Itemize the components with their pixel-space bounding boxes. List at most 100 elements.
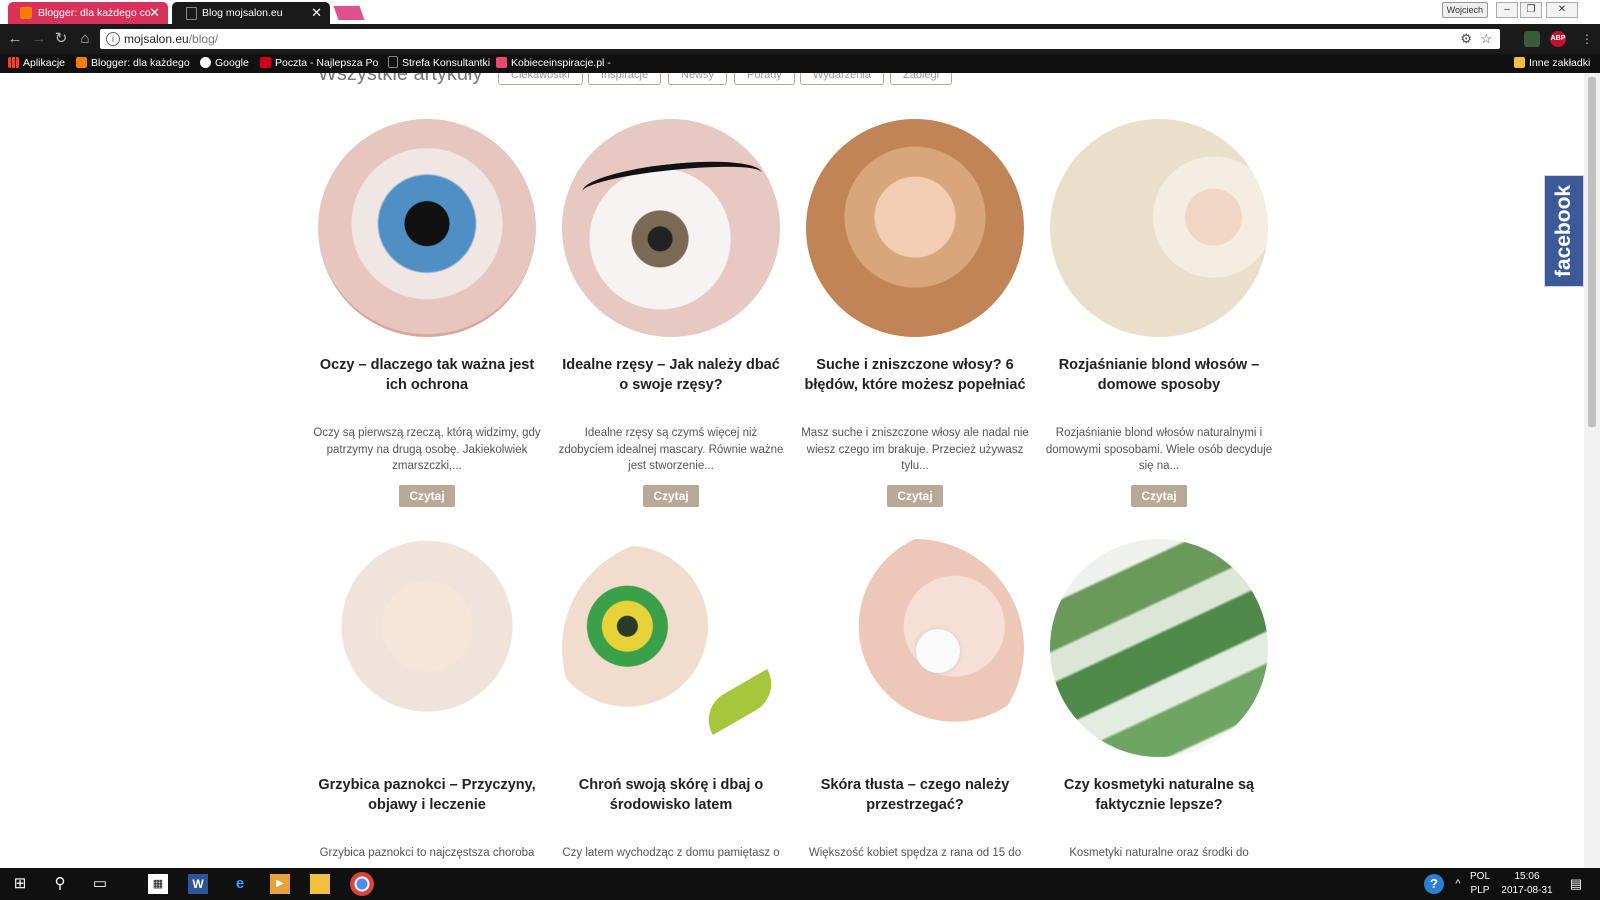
media-player-icon[interactable]: ▶ [270, 874, 290, 894]
filter-zabiegi[interactable]: Zabiegi [890, 73, 953, 85]
edge-icon[interactable]: e [230, 874, 250, 894]
filter-ciekawostki[interactable]: Ciekawostki [498, 73, 583, 85]
article-card: Idealne rzęsy – Jak należy dbać o swoje … [556, 119, 786, 507]
facebook-side-tab[interactable]: facebook [1544, 175, 1584, 287]
article-excerpt: Masz suche i zniszczone włosy ale nadal … [801, 427, 1029, 472]
store-icon[interactable]: ▦ [148, 874, 168, 894]
article-excerpt: Kosmetyki naturalne oraz środki do [1069, 847, 1249, 859]
blog-page: Wszystkie artykuły Ciekawostki Inspiracj… [0, 73, 1600, 868]
filter-newsy[interactable]: Newsy [668, 73, 728, 85]
article-card: Skóra tłusta – czego należy przestrzegać… [800, 539, 1030, 862]
article-title[interactable]: Idealne rzęsy – Jak należy dbać o swoje … [556, 355, 786, 395]
tab-blogger[interactable]: Blogger: dla każdego co ✕ [8, 2, 168, 24]
notifications-icon[interactable]: ▤ [1566, 874, 1586, 894]
read-button[interactable]: Czytaj [1131, 484, 1187, 507]
article-thumbnail[interactable] [1050, 119, 1268, 337]
address-bar[interactable]: i mojsalon.eu/blog/ ⚙ ☆ [100, 29, 1500, 49]
bookmark-blogger[interactable]: Blogger: dla każdego [76, 54, 190, 73]
clock[interactable]: 15:06 2017-08-31 [1496, 870, 1558, 898]
page-scrollbar[interactable] [1584, 73, 1600, 868]
chevron-up-icon[interactable]: ^ [1448, 874, 1468, 894]
reload-button[interactable]: ↻ [52, 30, 70, 48]
close-window-button[interactable]: ✕ [1546, 2, 1578, 18]
article-excerpt: Grzybica paznokci to najczęstsza choroba [319, 847, 535, 859]
article-title[interactable]: Rozjaśnianie blond włosów – domowe sposo… [1044, 355, 1274, 395]
article-card: Oczy – dlaczego tak ważna jest ich ochro… [312, 119, 542, 507]
search-icon[interactable]: ⚲ [50, 874, 70, 894]
article-excerpt: Czy latem wychodząc z domu pamiętasz o [562, 847, 780, 859]
new-tab-button[interactable] [333, 6, 365, 20]
article-thumbnail[interactable] [806, 539, 1024, 757]
article-title[interactable]: Czy kosmetyki naturalne są faktycznie le… [1044, 775, 1274, 815]
other-bookmarks[interactable]: Inne zakładki [1514, 54, 1590, 73]
tab-blog-mojsalon[interactable]: Blog mojsalon.eu ✕ [172, 2, 330, 24]
tab-title: Blog mojsalon.eu [202, 7, 283, 19]
word-icon[interactable]: W [188, 874, 208, 894]
url-text[interactable]: mojsalon.eu/blog/ [124, 29, 218, 49]
translate-icon[interactable]: ⚙ [1460, 31, 1472, 47]
bookmark-google[interactable]: Google [200, 54, 249, 73]
article-excerpt: Rozjaśnianie blond włosów naturalnymi i … [1045, 427, 1273, 472]
article-card: Czy kosmetyki naturalne są faktycznie le… [1044, 539, 1274, 862]
close-icon[interactable]: ✕ [311, 2, 322, 24]
article-card: Rozjaśnianie blond włosów – domowe sposo… [1044, 119, 1274, 507]
keyboard-language[interactable]: POL PLP [1470, 870, 1490, 898]
bookmark-star-icon[interactable]: ☆ [1480, 31, 1492, 47]
help-icon[interactable]: ? [1424, 874, 1444, 894]
article-thumbnail[interactable] [806, 119, 1024, 337]
article-thumbnail[interactable] [562, 539, 780, 757]
browser-toolbar: ← → ↻ ⌂ i mojsalon.eu/blog/ ⚙ ☆ ABP ⋮ [0, 24, 1600, 54]
google-icon [200, 57, 211, 68]
maximize-button[interactable]: ❐ [1520, 2, 1542, 18]
read-button[interactable]: Czytaj [887, 484, 943, 507]
article-title[interactable]: Oczy – dlaczego tak ważna jest ich ochro… [312, 355, 542, 395]
facebook-label: facebook [1552, 184, 1575, 278]
filter-inspiracje[interactable]: Inspiracje [588, 73, 662, 85]
article-thumbnail[interactable] [562, 119, 780, 337]
article-excerpt: Oczy są pierwszą rzeczą, którą widzimy, … [313, 427, 541, 472]
browser-tab-bar: Blogger: dla każdego co ✕ Blog mojsalon.… [0, 0, 1600, 24]
menu-icon[interactable]: ⋮ [1578, 30, 1596, 48]
bookmarks-bar: Aplikacje Blogger: dla każdego Google Po… [0, 54, 1600, 73]
filter-porady[interactable]: Porady [734, 73, 795, 85]
article-title[interactable]: Suche i zniszczone włosy? 6 błędów, któr… [800, 355, 1030, 395]
chrome-icon[interactable] [350, 872, 374, 896]
article-card: Suche i zniszczone włosy? 6 błędów, któr… [800, 119, 1030, 507]
article-title[interactable]: Skóra tłusta – czego należy przestrzegać… [800, 775, 1030, 815]
scrollbar-thumb[interactable] [1588, 77, 1596, 427]
back-button[interactable]: ← [6, 30, 24, 48]
article-title[interactable]: Chroń swoją skórę i dbaj o środowisko la… [556, 775, 786, 815]
bookmark-strefa[interactable]: Strefa Konsultantki [388, 54, 490, 73]
task-view-icon[interactable]: ▭ [90, 874, 110, 894]
wp-icon [260, 57, 271, 68]
windows-start-icon[interactable]: ⊞ [10, 874, 30, 894]
article-card: Chroń swoją skórę i dbaj o środowisko la… [556, 539, 786, 862]
page-heading: Wszystkie artykuły [318, 73, 483, 85]
bookmark-kobieceinspiracje[interactable]: Kobieceinspiracje.pl - [496, 54, 611, 73]
adblock-plus-icon[interactable]: ABP [1550, 31, 1566, 47]
read-button[interactable]: Czytaj [399, 484, 455, 507]
article-thumbnail[interactable] [318, 119, 536, 337]
bookmark-poczta[interactable]: Poczta - Najlepsza Po [260, 54, 378, 73]
minimize-button[interactable]: – [1496, 2, 1518, 18]
info-icon[interactable]: i [106, 32, 120, 46]
user-profile-badge[interactable]: Wojciech [1441, 2, 1488, 18]
folder-icon [1514, 57, 1525, 68]
file-explorer-icon[interactable] [310, 874, 330, 894]
extension-icon[interactable] [1524, 31, 1540, 47]
filter-wydarzenia[interactable]: Wydarzenia [800, 73, 884, 85]
article-thumbnail[interactable] [318, 539, 536, 757]
read-button[interactable]: Czytaj [643, 484, 699, 507]
blogger-icon [76, 57, 87, 68]
article-title[interactable]: Grzybica paznokci – Przyczyny, objawy i … [312, 775, 542, 815]
home-button[interactable]: ⌂ [76, 30, 94, 48]
blogger-icon [20, 7, 32, 19]
page-icon [388, 56, 398, 68]
tab-title: Blogger: dla każdego co [38, 7, 151, 19]
close-icon[interactable]: ✕ [149, 2, 160, 24]
apps-grid-icon [8, 57, 19, 68]
article-thumbnail[interactable] [1050, 539, 1268, 757]
forward-button[interactable]: → [30, 30, 48, 48]
bookmark-apps[interactable]: Aplikacje [8, 54, 65, 73]
windows-taskbar: ⊞ ⚲ ▭ ▦ W e ▶ ? ^ POL PLP 15:06 2017-08-… [0, 868, 1600, 900]
